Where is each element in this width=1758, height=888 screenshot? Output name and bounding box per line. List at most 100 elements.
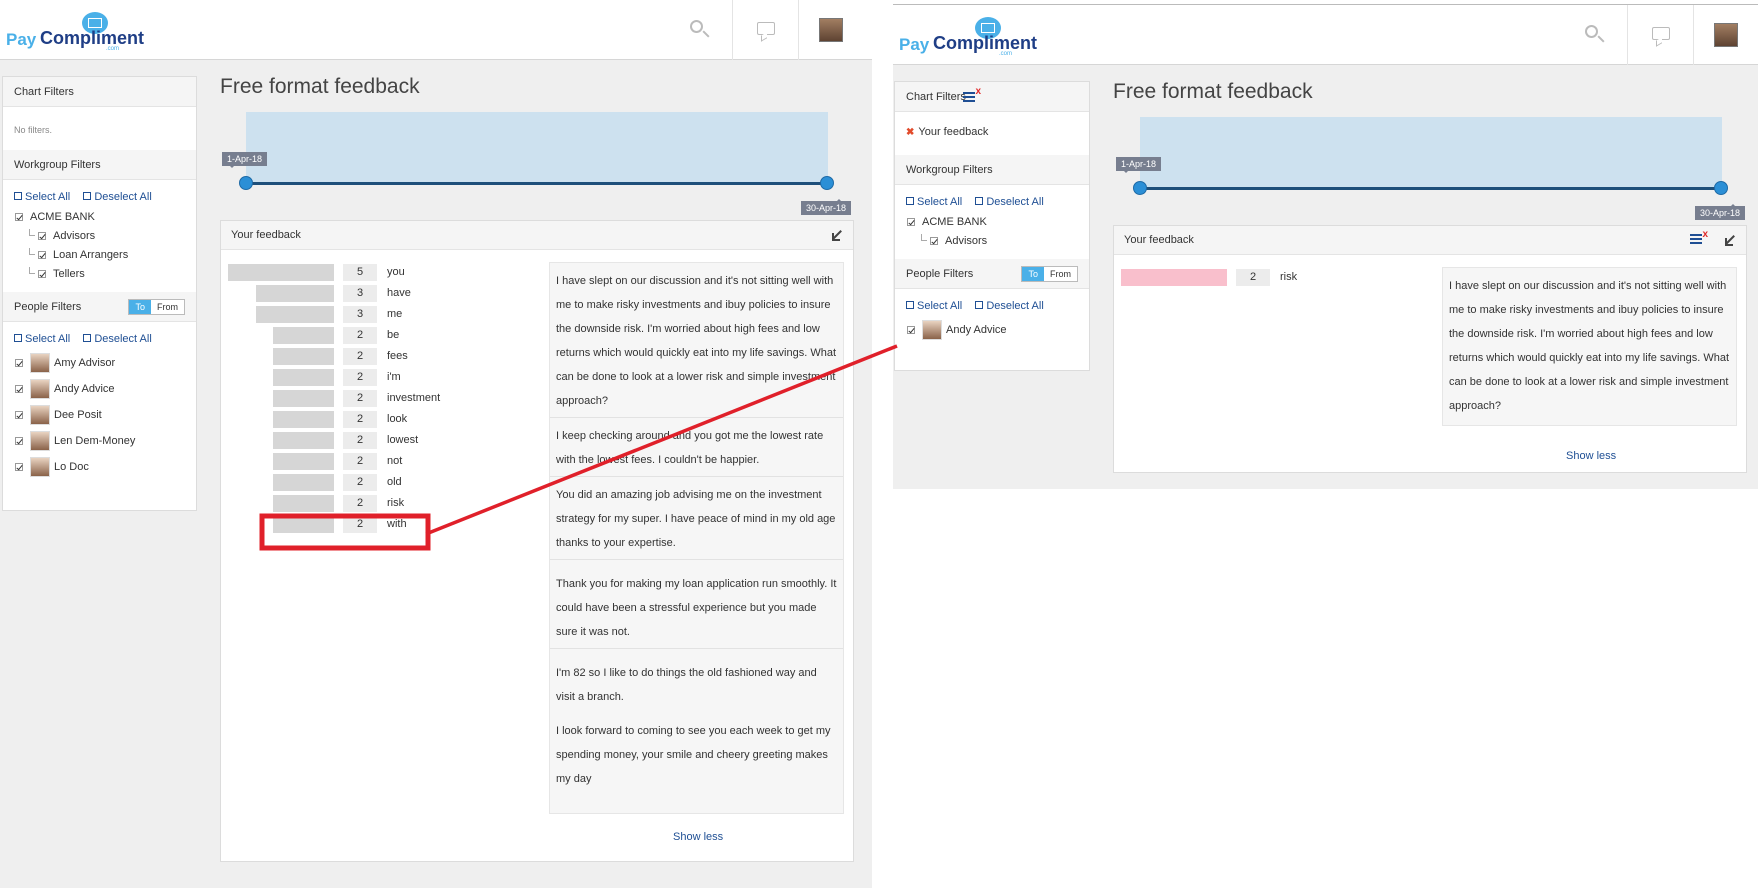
profile-button[interactable]	[1693, 5, 1758, 65]
slider-end-handle[interactable]	[820, 176, 834, 190]
search-button[interactable]	[666, 0, 732, 60]
workgroup-select-all[interactable]: Select All	[14, 191, 70, 203]
person-andy-advice[interactable]: Andy Advice	[3, 376, 196, 402]
checkbox[interactable]	[15, 437, 23, 446]
word-bar[interactable]	[255, 306, 334, 323]
word-text: be	[387, 329, 400, 341]
word-bar[interactable]	[272, 348, 334, 365]
collapse-icon[interactable]	[1724, 234, 1736, 246]
person-amy-advisor[interactable]: Amy Advisor	[3, 350, 196, 376]
checkbox[interactable]	[15, 411, 23, 420]
word-text: fees	[387, 350, 408, 362]
word-bar[interactable]	[272, 495, 334, 512]
toggle-to[interactable]: To	[129, 300, 151, 314]
word-bar[interactable]	[272, 474, 334, 491]
people-deselect-all[interactable]: Deselect All	[975, 300, 1044, 312]
collapse-icon[interactable]	[831, 229, 843, 241]
clear-filters-icon[interactable]: x	[963, 86, 981, 104]
workgroup-select-all[interactable]: Select All	[906, 196, 962, 208]
workgroup-acme-bank[interactable]: ACME BANK	[3, 208, 196, 227]
date-range-slider[interactable]	[246, 182, 828, 185]
date-range-slider[interactable]	[1140, 187, 1722, 190]
checkbox[interactable]	[15, 385, 23, 394]
checkbox[interactable]	[38, 232, 46, 241]
workgroup-loan-arrangers[interactable]: Loan Arrangers	[3, 246, 196, 265]
slider-start-handle[interactable]	[239, 176, 253, 190]
word-row-me[interactable]: 3 me	[231, 306, 531, 323]
workgroup-deselect-all[interactable]: Deselect All	[975, 196, 1044, 208]
to-from-toggle[interactable]: To From	[1021, 266, 1078, 282]
people-select-all[interactable]: Select All	[906, 300, 962, 312]
messages-button[interactable]	[732, 0, 798, 60]
checkbox[interactable]	[15, 359, 23, 368]
person-lo-doc[interactable]: Lo Doc	[3, 454, 196, 480]
word-count: 5	[343, 264, 377, 281]
search-button[interactable]	[1561, 5, 1627, 65]
word-row-with[interactable]: 2 with	[231, 516, 531, 533]
paycompliment-logo[interactable]: Pay Compliment .com	[899, 17, 1037, 57]
show-less-link[interactable]: Show less	[673, 831, 723, 843]
checkbox[interactable]	[907, 326, 915, 335]
workgroup-advisors[interactable]: Advisors	[3, 227, 196, 246]
checkbox[interactable]	[907, 218, 915, 227]
word-row-risk[interactable]: 2 risk	[231, 495, 531, 512]
toggle-from[interactable]: From	[151, 300, 184, 314]
word-bar[interactable]	[272, 453, 334, 470]
word-bar[interactable]	[272, 390, 334, 407]
messages-button[interactable]	[1627, 5, 1693, 65]
person-len-dem-money[interactable]: Len Dem-Money	[3, 428, 196, 454]
date-range-chart	[246, 112, 828, 184]
word-count: 2	[343, 369, 377, 386]
person-andy-advice[interactable]: Andy Advice	[895, 317, 1089, 343]
word-bar[interactable]	[272, 369, 334, 386]
word-row-im[interactable]: 2 i'm	[231, 369, 531, 386]
remove-filter-icon[interactable]: ✖	[906, 127, 914, 138]
person-dee-posit[interactable]: Dee Posit	[3, 402, 196, 428]
people-deselect-all[interactable]: Deselect All	[83, 333, 152, 345]
toggle-to[interactable]: To	[1022, 267, 1044, 281]
active-filter-row[interactable]: ✖ Your feedback	[895, 112, 1089, 155]
workgroup-deselect-all[interactable]: Deselect All	[83, 191, 152, 203]
checkbox[interactable]	[38, 251, 46, 260]
slider-start-handle[interactable]	[1133, 181, 1147, 195]
word-row-you[interactable]: 5 you	[228, 264, 531, 281]
word-bar[interactable]	[255, 285, 334, 302]
word-bar[interactable]	[1121, 269, 1227, 286]
workgroup-select-row: Select All Deselect All	[895, 191, 1089, 213]
to-from-toggle[interactable]: To From	[128, 299, 185, 315]
clear-filters-icon[interactable]: x	[1690, 229, 1708, 246]
word-count: 2	[343, 453, 377, 470]
checkbox[interactable]	[930, 237, 938, 246]
word-row-have[interactable]: 3 have	[231, 285, 531, 302]
word-row-risk[interactable]: 2 risk	[1121, 269, 1424, 286]
page-title: Free format feedback	[220, 75, 420, 98]
workgroup-tellers[interactable]: Tellers	[3, 265, 196, 284]
word-row-investment[interactable]: 2 investment	[231, 390, 531, 407]
paycompliment-logo[interactable]: Pay Compliment .com	[6, 12, 144, 52]
word-bar[interactable]	[272, 516, 334, 533]
word-row-look[interactable]: 2 look	[231, 411, 531, 428]
word-bar[interactable]	[272, 327, 334, 344]
checkbox[interactable]	[38, 270, 46, 279]
workgroup-advisors[interactable]: Advisors	[895, 232, 1089, 251]
word-row-be[interactable]: 2 be	[231, 327, 531, 344]
word-count: 2	[343, 516, 377, 533]
avatar	[922, 320, 942, 341]
word-bar[interactable]	[272, 432, 334, 449]
toggle-from[interactable]: From	[1044, 267, 1077, 281]
profile-button[interactable]	[798, 0, 864, 60]
checkbox[interactable]	[15, 463, 23, 472]
people-select-all[interactable]: Select All	[14, 333, 70, 345]
word-text: i'm	[387, 371, 401, 383]
word-row-fees[interactable]: 2 fees	[231, 348, 531, 365]
slider-end-handle[interactable]	[1714, 181, 1728, 195]
user-avatar	[819, 18, 843, 42]
word-row-lowest[interactable]: 2 lowest	[231, 432, 531, 449]
word-bar[interactable]	[272, 411, 334, 428]
workgroup-acme-bank[interactable]: ACME BANK	[895, 213, 1089, 232]
show-less-link[interactable]: Show less	[1566, 450, 1616, 462]
checkbox[interactable]	[15, 213, 23, 222]
word-bar[interactable]	[228, 264, 334, 281]
word-row-not[interactable]: 2 not	[231, 453, 531, 470]
word-row-old[interactable]: 2 old	[231, 474, 531, 491]
